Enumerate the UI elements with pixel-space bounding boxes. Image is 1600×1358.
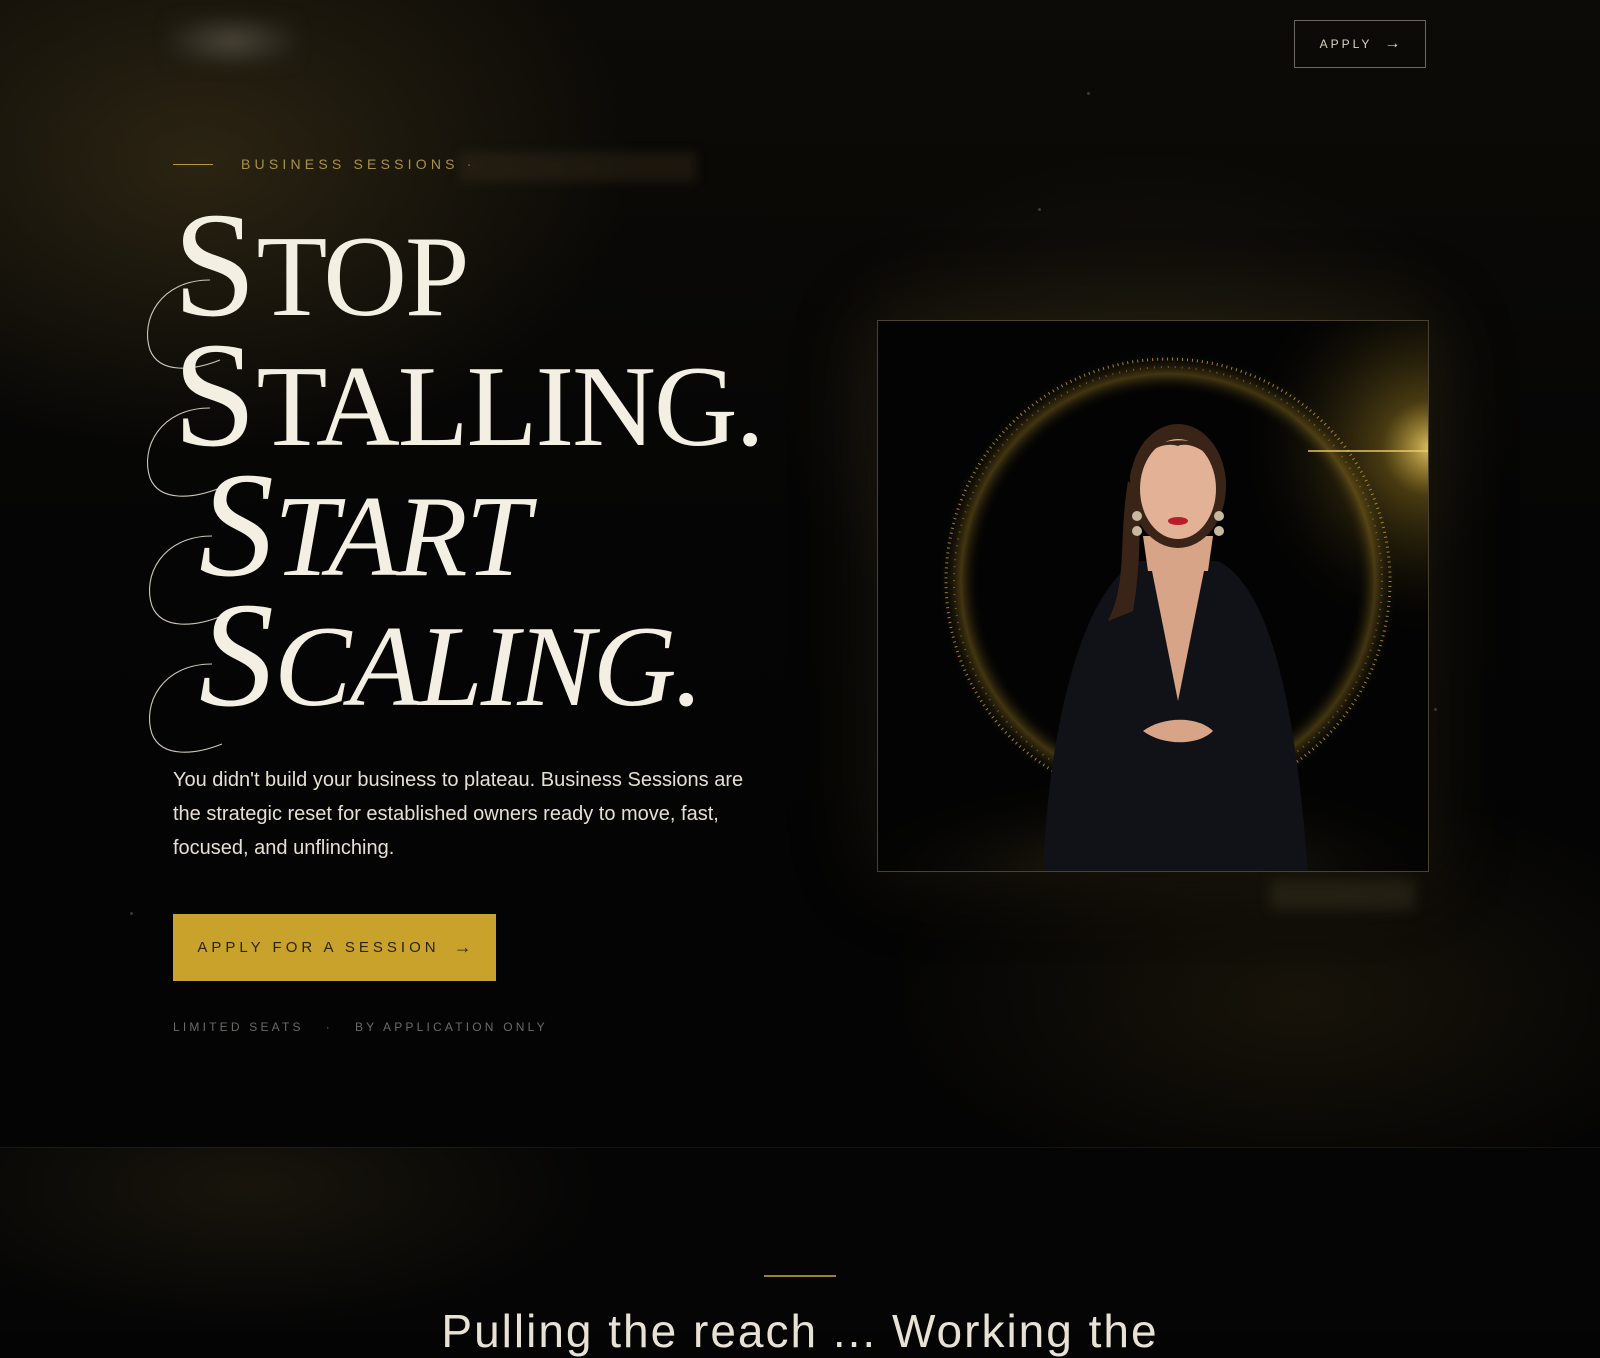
- headline-rest: TART: [274, 473, 530, 601]
- by-application-text: BY APPLICATION ONLY: [354, 1020, 548, 1034]
- hero-portrait-image: [877, 320, 1429, 872]
- hero-eyebrow: BUSINESS SESSIONS ·: [173, 156, 476, 172]
- section-divider: [0, 1147, 1600, 1148]
- hero-fine-print: LIMITED SEATS · BY APPLICATION ONLY: [173, 1020, 548, 1034]
- nav-apply-button[interactable]: APPLY →: [1294, 20, 1426, 68]
- eyebrow-text: BUSINESS SESSIONS ·: [241, 156, 476, 172]
- headline-rest: TALLING.: [256, 343, 764, 471]
- apply-for-session-button[interactable]: APPLY FOR A SESSION →: [173, 914, 496, 981]
- nav-apply-label: APPLY: [1319, 37, 1373, 51]
- separator-dot: ·: [325, 1020, 333, 1034]
- site-logo[interactable]: [165, 14, 299, 68]
- section-gold-rule: [764, 1275, 836, 1277]
- headline-rest: CALING.: [274, 603, 704, 731]
- star-dot: [1087, 92, 1090, 95]
- blurred-caption: [1270, 880, 1415, 910]
- arrow-right-icon: →: [1384, 35, 1401, 52]
- hero-description: You didn't build your business to platea…: [173, 769, 744, 859]
- star-dot: [130, 912, 133, 915]
- arrow-right-icon: →: [453, 937, 472, 957]
- star-dot: [1434, 708, 1437, 711]
- blurred-text: [460, 152, 696, 182]
- headline-cap: S: [199, 572, 274, 738]
- headline-rest: TOP: [256, 213, 469, 341]
- star-dot: [1038, 208, 1041, 211]
- headline-line-scaling: SCALING.: [199, 580, 763, 731]
- portrait-illustration: [878, 321, 1428, 871]
- eyebrow-rule: [173, 163, 213, 165]
- hero-headline: STOP STALLING. START SCALING.: [173, 190, 765, 731]
- cta-label: APPLY FOR A SESSION: [197, 939, 440, 956]
- section-heading: Pulling the reach ... Working the: [441, 1305, 1159, 1357]
- headline-line-stop: STOP: [173, 190, 763, 341]
- headline-line-start: START: [199, 450, 763, 601]
- limited-seats-text: LIMITED SEATS: [173, 1020, 304, 1034]
- headline-line-stalling: STALLING.: [173, 320, 765, 471]
